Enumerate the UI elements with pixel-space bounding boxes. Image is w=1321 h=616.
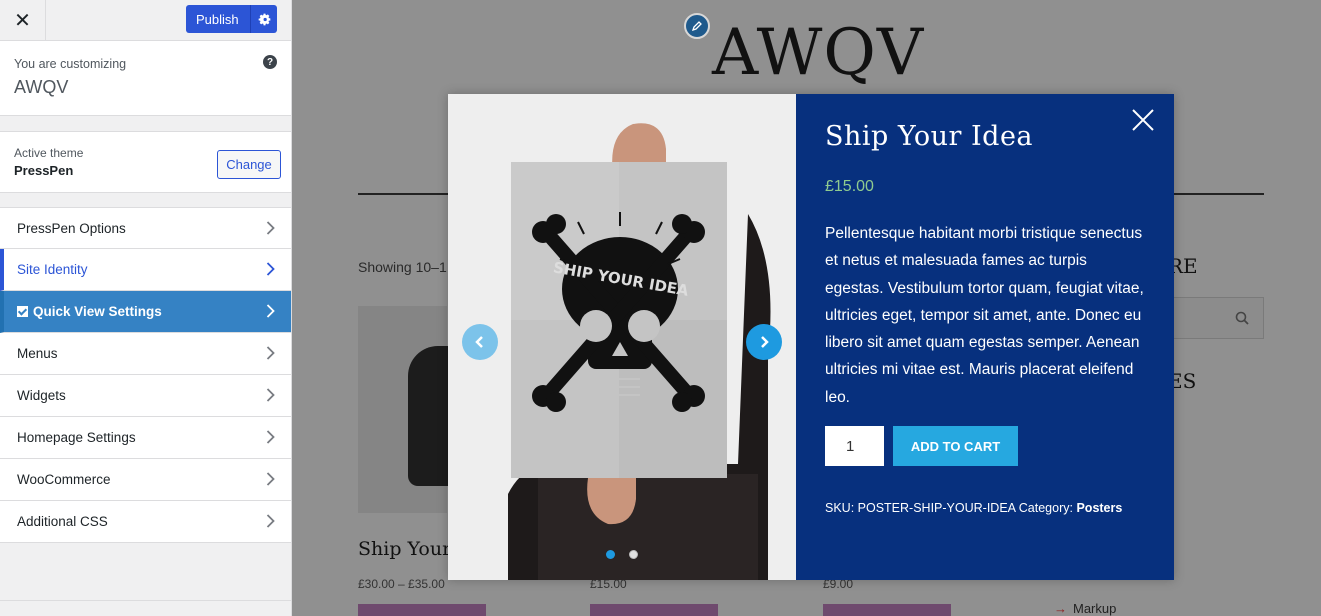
chevron-right-icon xyxy=(266,388,275,402)
help-glyph: ? xyxy=(266,56,274,68)
active-theme-section: Active theme PressPen Change xyxy=(0,131,291,193)
menu-item-site-identity[interactable]: Site Identity xyxy=(0,249,291,291)
gallery-prev-button[interactable] xyxy=(462,324,498,360)
chevron-right-icon xyxy=(761,336,769,348)
site-title[interactable]: AWQV xyxy=(712,16,924,90)
product-price: £30.00 – £35.00 xyxy=(358,577,445,591)
menu-item-label: WooCommerce xyxy=(17,472,111,487)
search-icon xyxy=(1235,311,1249,325)
chevron-left-icon xyxy=(475,336,483,348)
product-description: Pellentesque habitant morbi tristique se… xyxy=(825,225,1144,406)
hoodie-shape xyxy=(408,346,448,486)
menu-item-label: Site Identity xyxy=(17,262,88,277)
category-link-markup[interactable]: → Markup xyxy=(1054,601,1116,616)
close-icon[interactable] xyxy=(1131,108,1155,132)
result-count: Showing 10–1 xyxy=(358,259,447,275)
chevron-right-icon xyxy=(266,430,275,444)
product-gallery: SHIP YOUR IDEA xyxy=(448,94,796,580)
chevron-right-icon xyxy=(266,514,275,528)
markup-label: Markup xyxy=(1073,601,1117,616)
sku-text: SKU: POSTER-SHIP-YOUR-IDEA Category: xyxy=(825,501,1073,515)
change-theme-button[interactable]: Change xyxy=(217,150,281,179)
product-image[interactable] xyxy=(358,306,448,513)
chevron-right-icon xyxy=(266,472,275,486)
menu-item-woocommerce[interactable]: WooCommerce xyxy=(0,459,291,501)
menu-item-label: Homepage Settings xyxy=(17,430,136,445)
menu-item-widgets[interactable]: Widgets xyxy=(0,375,291,417)
add-to-cart-button[interactable] xyxy=(358,604,486,616)
chevron-right-icon xyxy=(266,221,275,235)
customizing-info: You are customizing AWQV ? xyxy=(0,41,291,116)
menu-item-presspen-options[interactable]: PressPen Options xyxy=(0,207,291,249)
menu-item-label: Quick View Settings xyxy=(33,304,162,319)
help-icon[interactable]: ? xyxy=(263,55,277,69)
gear-icon xyxy=(258,13,270,25)
checkbox-icon xyxy=(17,306,28,317)
menu-item-label: Widgets xyxy=(17,388,66,403)
product-meta: SKU: POSTER-SHIP-YOUR-IDEA Category: Pos… xyxy=(825,501,1122,515)
add-to-cart-button[interactable] xyxy=(590,604,718,616)
quick-view-details: Ship Your Idea £15.00 Pellentesque habit… xyxy=(796,94,1174,580)
gallery-dot-active[interactable] xyxy=(606,550,615,559)
poster-image: SHIP YOUR IDEA xyxy=(448,94,796,580)
gallery-dot[interactable] xyxy=(629,550,638,559)
widget-search-input[interactable] xyxy=(1168,297,1264,339)
menu-item-label: PressPen Options xyxy=(17,220,126,236)
chevron-right-icon xyxy=(266,304,275,318)
menu-item-additional-css[interactable]: Additional CSS xyxy=(0,501,291,543)
publish-settings-button[interactable] xyxy=(250,5,277,33)
product-title: Ship Your Idea xyxy=(825,121,1034,152)
customizer-menu: PressPen Options Site Identity Quick Vie… xyxy=(0,207,291,543)
menu-item-label: Additional CSS xyxy=(17,514,108,529)
add-to-cart-button[interactable]: ADD TO CART xyxy=(893,426,1018,466)
publish-label: Publish xyxy=(196,11,239,27)
category-link[interactable]: Posters xyxy=(1076,501,1122,515)
close-customizer-button[interactable]: ✕ xyxy=(0,0,46,40)
gallery-next-button[interactable] xyxy=(746,324,782,360)
menu-item-homepage-settings[interactable]: Homepage Settings xyxy=(0,417,291,459)
pencil-icon xyxy=(691,21,702,32)
close-icon: ✕ xyxy=(14,9,31,32)
site-name: AWQV xyxy=(14,77,69,97)
quick-view-modal: SHIP YOUR IDEA Ship Your Idea £15.00 Pel… xyxy=(448,94,1174,580)
publish-button[interactable]: Publish xyxy=(186,5,277,33)
product-price: £15.00 xyxy=(825,178,874,195)
customizer-header: ✕ Publish xyxy=(0,0,291,41)
menu-item-menus[interactable]: Menus xyxy=(0,333,291,375)
chevron-right-icon xyxy=(266,262,275,276)
customizing-label: You are customizing xyxy=(14,57,127,71)
quantity-input[interactable]: 1 xyxy=(825,426,884,466)
customizer-sidebar: ✕ Publish You are customizing AWQV ? Act… xyxy=(0,0,292,616)
product-title[interactable]: Ship Your xyxy=(358,538,451,560)
customizer-footer xyxy=(0,600,291,616)
arrow-right-icon: → xyxy=(1054,601,1067,616)
edit-shortcut-button[interactable] xyxy=(684,13,710,39)
menu-item-quick-view-settings[interactable]: Quick View Settings xyxy=(0,291,291,333)
menu-item-label: Menus xyxy=(17,346,58,361)
add-to-cart-button[interactable] xyxy=(823,604,951,616)
chevron-right-icon xyxy=(266,346,275,360)
